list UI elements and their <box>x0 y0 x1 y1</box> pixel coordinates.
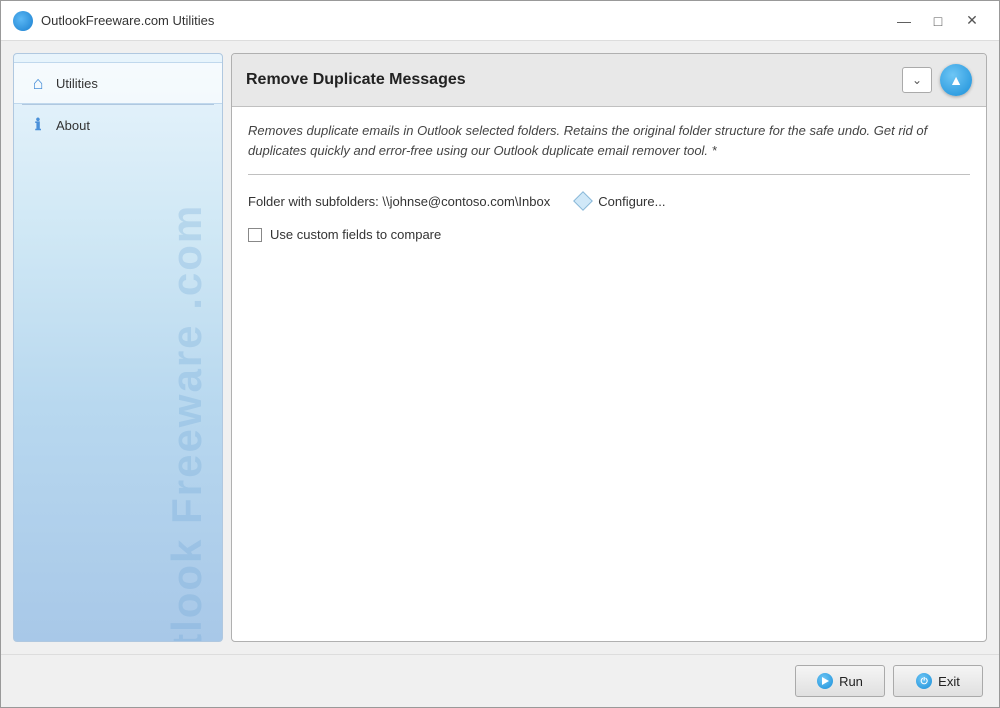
window-controls: — □ ✕ <box>889 8 987 34</box>
footer: Run ⏻ Exit <box>1 654 999 707</box>
run-label: Run <box>839 674 863 689</box>
sidebar: Outlook Freeware .com Utilities About <box>13 53 223 642</box>
app-icon <box>13 11 33 31</box>
checkbox-label: Use custom fields to compare <box>270 227 441 242</box>
home-icon <box>28 73 48 93</box>
panel-body: Removes duplicate emails in Outlook sele… <box>232 107 986 641</box>
run-icon <box>817 673 833 689</box>
panel-divider <box>248 174 970 175</box>
main-content: Outlook Freeware .com Utilities About Re… <box>1 41 999 654</box>
minimize-button[interactable]: — <box>889 8 919 34</box>
exit-icon: ⏻ <box>916 673 932 689</box>
title-bar: OutlookFreeware.com Utilities — □ ✕ <box>1 1 999 41</box>
sidebar-watermark: Outlook Freeware .com <box>163 204 211 642</box>
maximize-button[interactable]: □ <box>923 8 953 34</box>
exit-label: Exit <box>938 674 960 689</box>
main-window: OutlookFreeware.com Utilities — □ ✕ Outl… <box>0 0 1000 708</box>
panel-title: Remove Duplicate Messages <box>246 71 894 89</box>
sidebar-item-utilities[interactable]: Utilities <box>14 62 222 104</box>
diamond-icon <box>573 191 593 211</box>
panel-up-button[interactable]: ▲ <box>940 64 972 96</box>
sidebar-label-about: About <box>56 118 90 133</box>
checkbox-row: Use custom fields to compare <box>248 227 970 242</box>
configure-icon <box>574 192 592 210</box>
exit-button[interactable]: ⏻ Exit <box>893 665 983 697</box>
panel-dropdown-button[interactable]: ⌄ <box>902 67 932 93</box>
folder-row: Folder with subfolders: \\johnse@contoso… <box>248 189 970 213</box>
run-button[interactable]: Run <box>795 665 885 697</box>
info-icon <box>28 115 48 135</box>
panel-header: Remove Duplicate Messages ⌄ ▲ <box>232 54 986 107</box>
sidebar-label-utilities: Utilities <box>56 76 98 91</box>
close-button[interactable]: ✕ <box>957 8 987 34</box>
configure-label: Configure... <box>598 194 665 209</box>
content-panel: Remove Duplicate Messages ⌄ ▲ Removes du… <box>231 53 987 642</box>
configure-button[interactable]: Configure... <box>566 189 673 213</box>
panel-description: Removes duplicate emails in Outlook sele… <box>248 121 970 160</box>
folder-label: Folder with subfolders: \\johnse@contoso… <box>248 194 550 209</box>
window-title: OutlookFreeware.com Utilities <box>41 13 889 28</box>
sidebar-nav: Utilities About <box>14 54 222 153</box>
custom-fields-checkbox[interactable] <box>248 228 262 242</box>
sidebar-item-about[interactable]: About <box>14 105 222 145</box>
